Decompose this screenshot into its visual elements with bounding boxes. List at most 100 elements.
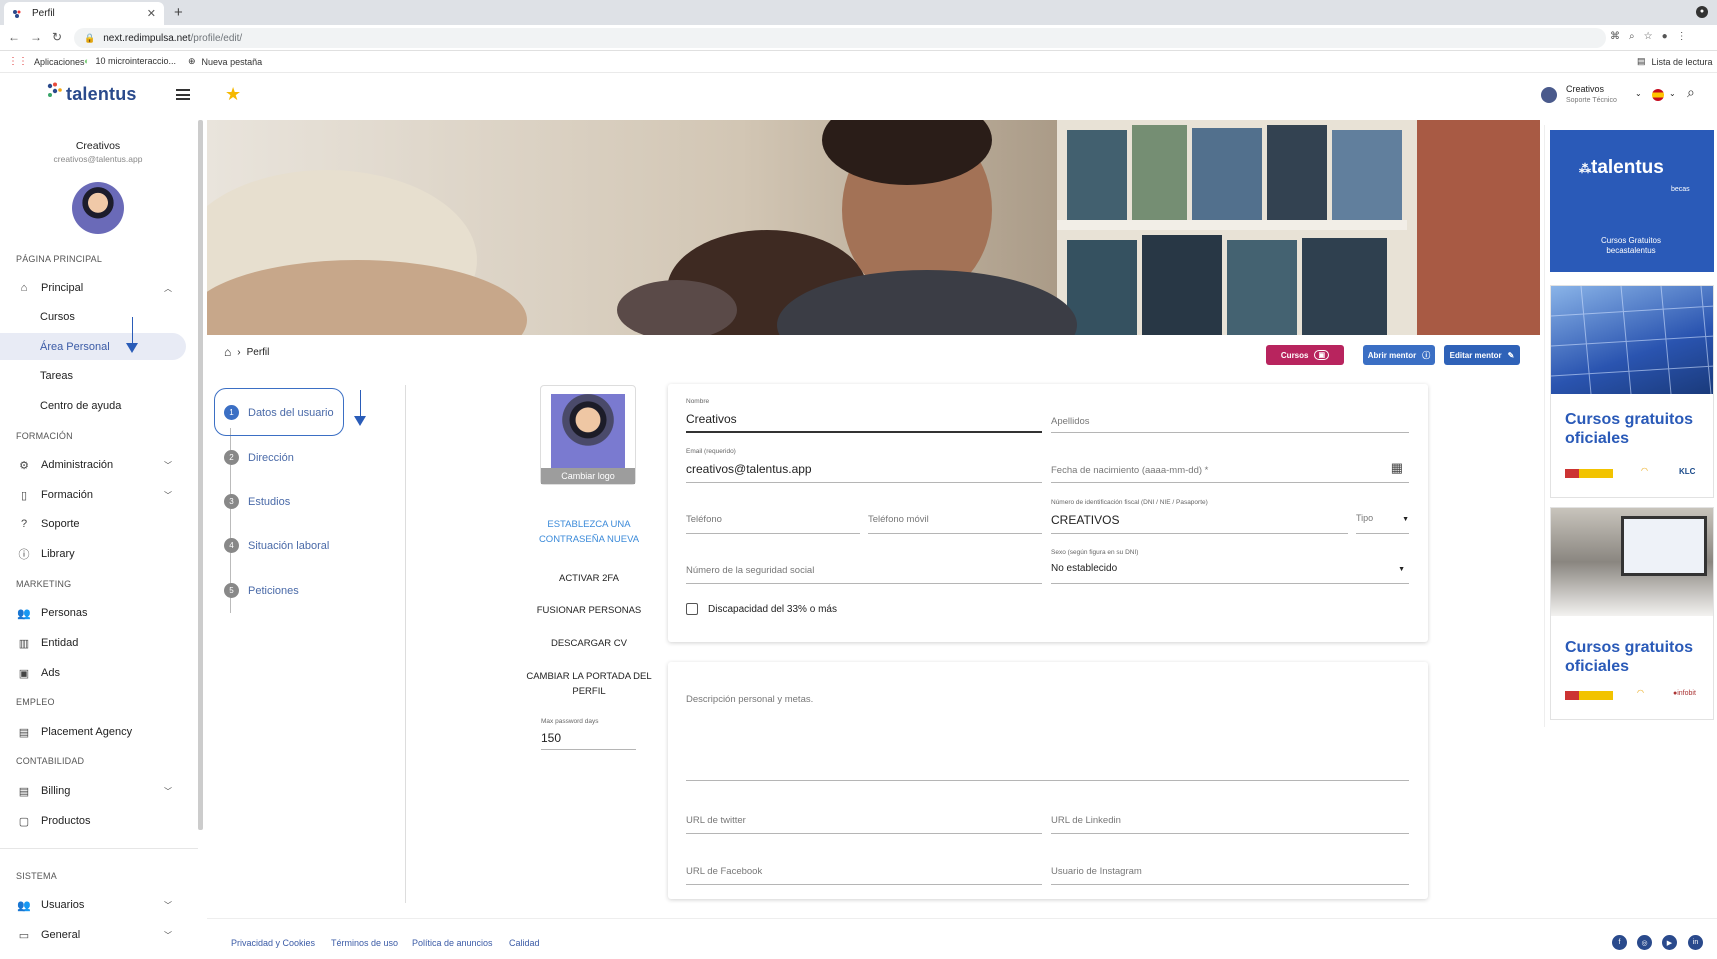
sidebar-item-general[interactable]: ▭ General ﹀ xyxy=(16,923,180,947)
sidebar-section-contabilidad: CONTABILIDAD xyxy=(16,756,85,766)
email-field[interactable]: Email (requerido) creativos@talentus.app xyxy=(686,448,1042,483)
terms-link[interactable]: Términos de uso xyxy=(331,938,398,948)
step-number: 2 xyxy=(224,450,239,465)
bookmark-star-icon[interactable]: ☆ xyxy=(1644,31,1662,42)
header-user-role: Soporte Técnico xyxy=(1566,97,1617,104)
sidebar-item-area-personal[interactable]: Área Personal xyxy=(40,341,110,353)
sidebar-item-administracion[interactable]: ⚙ Administración ﹀ xyxy=(16,453,180,477)
step-datos-usuario[interactable]: 1 Datos del usuario xyxy=(224,405,334,420)
favorite-star-icon[interactable]: ★ xyxy=(225,84,241,105)
ads-policy-link[interactable]: Política de anuncios xyxy=(412,938,493,948)
bookshelf xyxy=(1057,125,1407,335)
translate-icon[interactable]: ⌘ xyxy=(1610,31,1629,42)
download-cv-button[interactable]: DESCARGAR CV xyxy=(520,636,658,651)
sexo-select[interactable]: Sexo (según figura en su DNI) No estable… xyxy=(1051,549,1409,584)
nss-field[interactable]: Número de la seguridad social xyxy=(686,549,1042,584)
privacy-link[interactable]: Privacidad y Cookies xyxy=(231,938,315,948)
apellidos-field[interactable]: Apellidos xyxy=(1051,398,1409,433)
sidebar-item-cursos[interactable]: Cursos xyxy=(40,311,75,323)
spain-flag-icon[interactable] xyxy=(1652,89,1664,101)
sidebar-scrollbar[interactable] xyxy=(198,120,203,830)
tipo-select[interactable]: Tipo ▼ xyxy=(1356,499,1409,534)
sidebar-item-usuarios[interactable]: 👥 Usuarios ﹀ xyxy=(16,893,180,917)
sidebar-item-library[interactable]: ⓘ Library xyxy=(16,542,180,566)
sidebar-item-productos[interactable]: ▢ Productos xyxy=(16,809,180,833)
sidebar-item-personas[interactable]: 👥 Personas xyxy=(16,601,180,625)
talentus-logo[interactable]: talentus xyxy=(47,82,137,105)
set-password-link[interactable]: ESTABLEZCA UNA CONTRASEÑA NUEVA xyxy=(520,517,658,547)
ad-becas[interactable]: ⁂talentus becas Cursos Gratuitos becasta… xyxy=(1550,130,1714,272)
discapacidad-checkbox[interactable]: Discapacidad del 33% o más xyxy=(686,603,837,615)
sidebar-item-tareas[interactable]: Tareas xyxy=(40,370,73,382)
editar-mentor-button[interactable]: Editar mentor ✎ xyxy=(1444,345,1520,365)
new-tab-icon[interactable]: + xyxy=(174,4,183,21)
twitter-field[interactable]: URL de twitter xyxy=(686,802,1042,834)
calendar-icon[interactable]: ▦ xyxy=(1391,460,1403,476)
close-tab-icon[interactable]: ✕ xyxy=(147,7,156,20)
kebab-icon[interactable]: ⋮ xyxy=(1677,31,1696,42)
reading-list[interactable]: ▤ Lista de lectura xyxy=(1637,56,1713,67)
nav-buttons: ←→↻ xyxy=(8,30,72,44)
cursos-button[interactable]: Cursos ▣ xyxy=(1266,345,1344,365)
bookmark-apps[interactable]: ⋮⋮ Aplicaciones xyxy=(8,56,85,67)
checkbox-label: Discapacidad del 33% o más xyxy=(708,603,837,615)
bookmark-micro[interactable]: ◐ 10 microinteraccio... xyxy=(84,56,176,66)
merge-persons-button[interactable]: FUSIONAR PERSONAS xyxy=(520,603,658,618)
menu-hamburger-icon[interactable] xyxy=(176,89,190,100)
sidebar-item-principal[interactable]: ⌂ Principal ︿ xyxy=(16,276,180,300)
max-password-days-field[interactable]: Max password days 150 xyxy=(541,718,636,750)
abrir-mentor-button[interactable]: Abrir mentor ⓘ xyxy=(1363,345,1435,365)
nif-field[interactable]: Número de identificación fiscal (DNI / N… xyxy=(1051,499,1348,534)
reload-icon[interactable]: ↻ xyxy=(52,30,72,44)
profile-icon[interactable]: ● xyxy=(1662,31,1677,42)
activate-2fa-button[interactable]: ACTIVAR 2FA xyxy=(520,571,658,586)
sidebar-item-ads[interactable]: ▣ Ads xyxy=(16,661,180,685)
youtube-icon[interactable]: ▶ xyxy=(1662,935,1677,950)
description-textarea[interactable]: Descripción personal y metas. xyxy=(686,694,1409,781)
sidebar-item-placement[interactable]: ▤ Placement Agency xyxy=(16,720,180,744)
field-value: Creativos xyxy=(686,412,737,426)
sidebar-item-soporte[interactable]: ? Soporte xyxy=(16,512,180,536)
bookmark-newtab[interactable]: ⊕ Nueva pestaña xyxy=(188,56,262,67)
movil-field[interactable]: Teléfono móvil xyxy=(868,499,1042,534)
step-peticiones[interactable]: 5 Peticiones xyxy=(224,583,299,598)
sidebar-item-centro-ayuda[interactable]: Centro de ayuda xyxy=(40,400,121,412)
zoom-icon[interactable]: ⌕ xyxy=(1629,31,1644,42)
ad-laptop-title: Cursos gratuitos oficiales xyxy=(1565,639,1694,675)
sidebar-item-formacion[interactable]: ▯ Formación ﹀ xyxy=(16,483,180,507)
nombre-field[interactable]: Nombre Creativos xyxy=(686,398,1042,433)
home-icon[interactable]: ⌂ xyxy=(224,345,231,359)
sidebar-item-label: Principal xyxy=(41,282,84,294)
step-label: Dirección xyxy=(248,451,294,464)
address-bar-row: ←→↻ 🔒 next.redimpulsa.net/profile/edit/ … xyxy=(0,25,1717,51)
sidebar-avatar[interactable] xyxy=(72,182,124,234)
admin-icon: ⚙ xyxy=(19,459,29,472)
url-field[interactable]: 🔒 next.redimpulsa.net/profile/edit/ xyxy=(74,28,1606,48)
linkedin-icon[interactable]: in xyxy=(1688,935,1703,950)
step-direccion[interactable]: 2 Dirección xyxy=(224,450,294,465)
instagram-field[interactable]: Usuario de Instagram xyxy=(1051,853,1409,885)
facebook-field[interactable]: URL de Facebook xyxy=(686,853,1042,885)
quality-link[interactable]: Calidad xyxy=(509,938,540,948)
sidebar-item-entidad[interactable]: ▥ Entidad xyxy=(16,631,180,655)
back-icon[interactable]: ← xyxy=(8,30,30,44)
facebook-icon[interactable]: f xyxy=(1612,935,1627,950)
telefono-field[interactable]: Teléfono xyxy=(686,499,860,534)
step-estudios[interactable]: 3 Estudios xyxy=(224,494,290,509)
field-placeholder: Apellidos xyxy=(1051,416,1090,427)
forward-icon[interactable]: → xyxy=(30,30,52,44)
ad-laptop[interactable]: Cursos gratuitos oficiales ◠ ●infobit xyxy=(1550,507,1714,720)
people-icon: 👥 xyxy=(17,607,31,620)
sidebar-item-billing[interactable]: ▤ Billing ﹀ xyxy=(16,779,180,803)
change-logo-button[interactable]: Cambiar logo xyxy=(541,468,635,484)
browser-tab[interactable]: Perfil ✕ xyxy=(4,2,164,25)
step-situacion-laboral[interactable]: 4 Situación laboral xyxy=(224,538,329,553)
search-icon[interactable]: ⌕ xyxy=(1687,84,1695,101)
instagram-icon[interactable]: ◎ xyxy=(1637,935,1652,950)
change-cover-button[interactable]: CAMBIAR LA PORTADA DEL PERFIL xyxy=(520,669,658,699)
ad-solar[interactable]: Cursos gratuitos oficiales ◠ KLC xyxy=(1550,285,1714,498)
linkedin-field[interactable]: URL de Linkedin xyxy=(1051,802,1409,834)
birthdate-field[interactable]: Fecha de nacimiento (aaaa-mm-dd) * ▦ xyxy=(1051,448,1409,483)
browser-menu-icon[interactable]: ● xyxy=(1696,6,1708,18)
profile-photo-card[interactable]: Cambiar logo xyxy=(540,385,636,485)
